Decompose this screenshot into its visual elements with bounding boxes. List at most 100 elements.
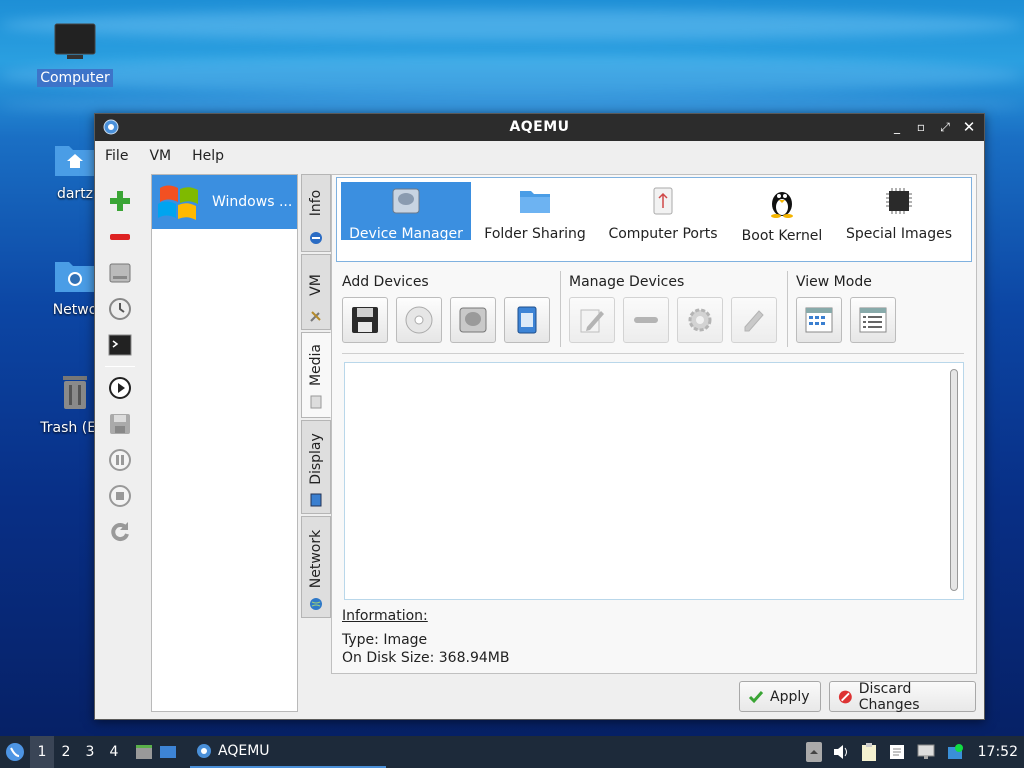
file-manager-icon <box>136 745 152 759</box>
cancel-icon <box>838 690 852 703</box>
device-list[interactable] <box>344 362 964 600</box>
workspace-1[interactable]: 1 <box>30 736 54 768</box>
clipboard-icon[interactable] <box>860 742 878 762</box>
vm-name: Windows ... <box>212 194 293 210</box>
discard-changes-button[interactable]: Discard Changes <box>829 681 976 713</box>
minus-icon <box>110 234 130 240</box>
category-boot-kernel[interactable]: Boot Kernel <box>731 182 833 244</box>
check-icon <box>748 690 764 703</box>
category-label: Folder Sharing <box>484 226 586 242</box>
scrollbar-thumb[interactable] <box>950 369 958 591</box>
chip-icon <box>886 188 912 214</box>
icon-view-button[interactable] <box>796 297 842 343</box>
tab-media[interactable]: Media <box>301 332 331 418</box>
vm-settings-button[interactable] <box>105 258 135 288</box>
file-manager-launcher[interactable] <box>132 736 156 768</box>
pencil-icon <box>580 309 604 333</box>
category-bar: Device Manager Folder Sharing Computer P… <box>336 177 972 262</box>
play-icon <box>109 377 131 399</box>
add-devices-heading: Add Devices <box>342 274 429 290</box>
tab-vm[interactable]: VM <box>301 254 331 330</box>
notes-icon[interactable] <box>888 743 906 761</box>
update-notifier-icon[interactable] <box>946 743 964 761</box>
windows-logo-icon <box>158 185 198 220</box>
workspace-3[interactable]: 3 <box>78 736 102 768</box>
taskbar: 1 2 3 4 AQEMU 17:52 <box>0 736 1024 768</box>
remove-device-button[interactable] <box>623 297 669 343</box>
media-icon <box>309 395 323 413</box>
grid-view-icon <box>805 307 833 333</box>
workspace-2[interactable]: 2 <box>54 736 78 768</box>
taskbar-task-aqemu[interactable]: AQEMU <box>190 736 386 768</box>
add-storage-button[interactable] <box>504 297 550 343</box>
minimize-button[interactable]: _ <box>888 118 906 136</box>
device-type: Type: Image <box>342 632 428 648</box>
tab-label: Media <box>308 343 324 387</box>
tab-network[interactable]: Network <box>301 516 331 618</box>
reset-vm-button[interactable] <box>105 517 135 547</box>
eraser-icon <box>744 310 764 332</box>
toolbar-separator <box>105 366 135 367</box>
minus-icon <box>634 317 658 323</box>
system-tray: 17:52 <box>805 736 1024 768</box>
stop-vm-button[interactable] <box>105 481 135 511</box>
usb-icon <box>653 187 673 215</box>
snapshot-button[interactable] <box>105 294 135 324</box>
device-list-scrollbar[interactable] <box>947 367 961 595</box>
start-menu-button[interactable] <box>0 736 30 768</box>
pause-vm-button[interactable] <box>105 445 135 475</box>
category-device-manager[interactable]: Device Manager <box>341 182 471 242</box>
tab-info[interactable]: Info <box>301 174 331 252</box>
manage-devices-heading: Manage Devices <box>569 274 685 290</box>
start-vm-button[interactable] <box>105 373 135 403</box>
vm-toolbar <box>101 180 139 553</box>
edit-device-button[interactable] <box>569 297 615 343</box>
side-tabs: Info VM Media Display Network <box>301 174 331 620</box>
device-properties-button[interactable] <box>677 297 723 343</box>
menu-help[interactable]: Help <box>192 144 235 168</box>
clock[interactable]: 17:52 <box>978 744 1018 760</box>
volume-icon[interactable] <box>832 743 850 761</box>
aqemu-logo-icon <box>197 744 211 758</box>
task-label: AQEMU <box>218 743 270 759</box>
titlebar[interactable]: AQEMU _ ▫ ⤢ ✕ <box>95 114 984 141</box>
tab-display[interactable]: Display <box>301 420 331 514</box>
workspace-4[interactable]: 4 <box>102 736 126 768</box>
group-separator <box>560 271 561 347</box>
close-button[interactable]: ✕ <box>960 118 978 136</box>
add-cdrom-button[interactable] <box>396 297 442 343</box>
category-computer-ports[interactable]: Computer Ports <box>601 182 725 242</box>
hard-disk-icon <box>109 263 131 283</box>
format-device-button[interactable] <box>731 297 777 343</box>
maximize-button[interactable]: ▫ <box>912 118 930 136</box>
add-vm-button[interactable] <box>105 186 135 216</box>
restore-button[interactable]: ⤢ <box>936 118 954 136</box>
display-icon <box>309 493 323 511</box>
add-floppy-button[interactable] <box>342 297 388 343</box>
add-hdd-button[interactable] <box>450 297 496 343</box>
view-mode-heading: View Mode <box>796 274 872 290</box>
tray-expand-button[interactable] <box>805 742 822 762</box>
console-button[interactable] <box>105 330 135 360</box>
hard-disk-icon <box>392 188 420 214</box>
terminal-icon <box>108 334 132 356</box>
list-view-button[interactable] <box>850 297 896 343</box>
toolbar-divider <box>342 353 964 354</box>
vm-list-item[interactable]: Windows ... <box>152 175 297 229</box>
menu-vm[interactable]: VM <box>149 144 182 168</box>
network-globe-icon <box>309 597 323 615</box>
show-desktop-launcher[interactable] <box>156 736 180 768</box>
network-wired-icon[interactable] <box>916 743 936 761</box>
vm-list: Windows ... <box>151 174 298 712</box>
desktop-icon-label: Netwo <box>52 302 98 318</box>
desktop-icon-computer[interactable]: Computer <box>27 22 123 87</box>
folder-icon <box>520 191 550 213</box>
apply-button[interactable]: Apply <box>739 681 821 712</box>
menu-file[interactable]: File <box>105 144 139 168</box>
desktop-icon-label: Computer <box>37 69 113 87</box>
category-folder-sharing[interactable]: Folder Sharing <box>477 182 593 242</box>
delete-vm-button[interactable] <box>105 222 135 252</box>
category-special-images[interactable]: Special Images <box>839 182 959 242</box>
save-vm-button[interactable] <box>105 409 135 439</box>
desktop-icon-label: dartz <box>56 186 94 202</box>
